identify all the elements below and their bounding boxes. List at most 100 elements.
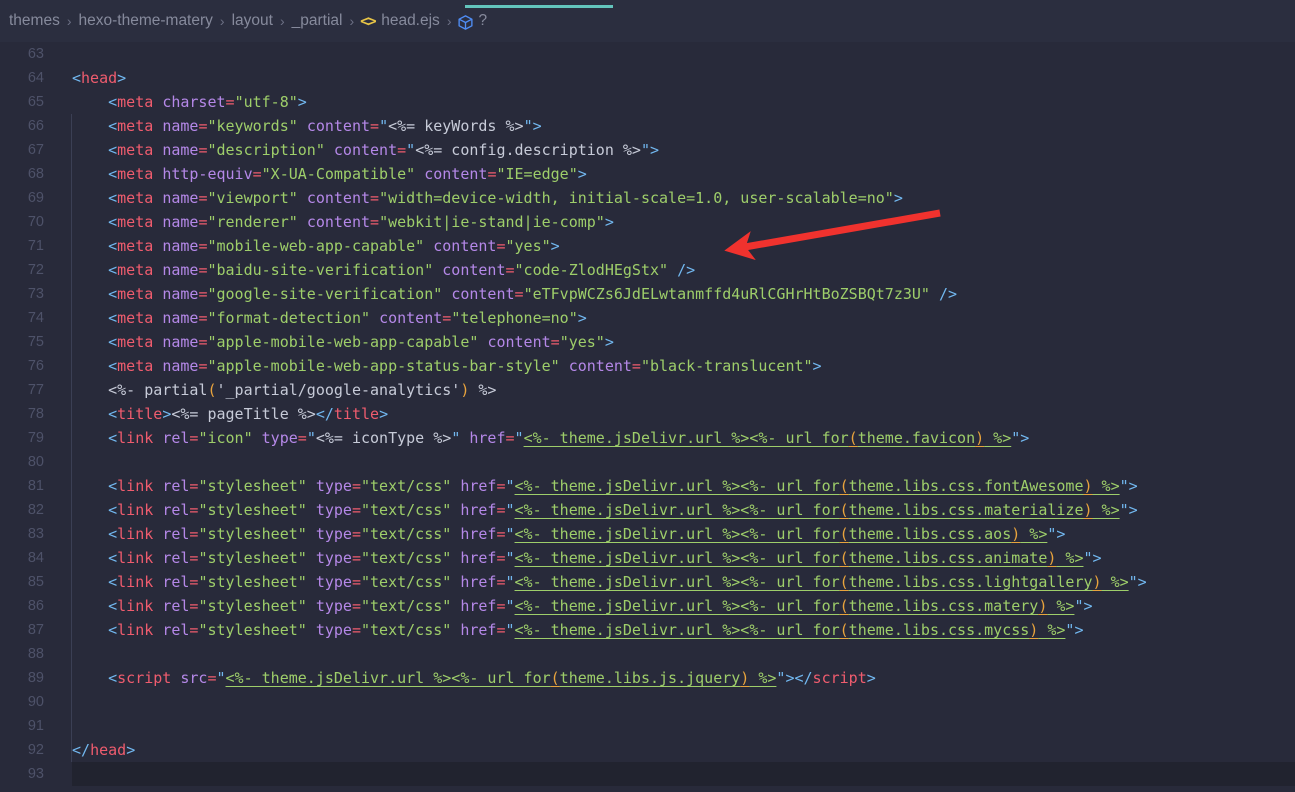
line-number: 67: [27, 142, 44, 158]
code-line[interactable]: 87 <link rel="stylesheet" type="text/css…: [0, 618, 1295, 642]
line-content[interactable]: <meta name="keywords" content="<%= keyWo…: [72, 114, 542, 138]
line-content[interactable]: <meta charset="utf-8">: [72, 90, 307, 114]
code-token-link[interactable]: <%- theme.jsDelivr.url %><%- url_for: [524, 429, 849, 447]
code-line[interactable]: 82 <link rel="stylesheet" type="text/css…: [0, 498, 1295, 522]
code-token-link[interactable]: theme.libs.css.animate: [849, 549, 1048, 567]
code-token-link[interactable]: theme.libs.css.aos: [849, 525, 1012, 543]
code-token-link[interactable]: theme.favicon: [858, 429, 975, 447]
line-content[interactable]: <link rel="stylesheet" type="text/css" h…: [72, 546, 1101, 570]
code-token-link[interactable]: <%- theme.jsDelivr.url %><%- url_for: [515, 477, 840, 495]
code-token-link[interactable]: theme.libs.css.lightgallery: [849, 573, 1093, 591]
code-line[interactable]: 85 <link rel="stylesheet" type="text/css…: [0, 570, 1295, 594]
code-token-link[interactable]: <%- theme.jsDelivr.url %><%- url_for: [515, 597, 840, 615]
breadcrumb-item-unknown[interactable]: ?: [477, 12, 488, 30]
code-token-ejs: <%- partial: [108, 381, 208, 399]
code-token-link[interactable]: theme.libs.css.materialize: [849, 501, 1084, 519]
code-line[interactable]: 78 <title><%= pageTitle %></title>: [0, 402, 1295, 426]
code-line[interactable]: 92 </head>: [0, 738, 1295, 762]
line-content[interactable]: <meta name="viewport" content="width=dev…: [72, 186, 903, 210]
code-line[interactable]: 63: [0, 42, 1295, 66]
code-token-link[interactable]: %>: [1020, 525, 1047, 543]
line-content[interactable]: <meta name = "google-site-verification" co…: [72, 282, 957, 306]
code-token-eq: =: [514, 285, 524, 303]
code-token-link[interactable]: <%- theme.jsDelivr.url %><%- url_for: [515, 621, 840, 639]
code-token-br: >: [577, 165, 587, 183]
code-token-tag: meta: [117, 261, 154, 279]
line-content[interactable]: <meta name="format-detection" content="t…: [72, 306, 587, 330]
code-line[interactable]: 89 <script src="<%- theme.jsDelivr.url %…: [0, 666, 1295, 690]
line-content[interactable]: <meta name = "apple-mobile-web-app-capable…: [72, 330, 614, 354]
breadcrumb-item-partial[interactable]: _partial: [291, 12, 344, 30]
code-token-link[interactable]: <%- theme.jsDelivr.url %><%- url_for: [515, 501, 840, 519]
code-token-link[interactable]: %>: [1093, 501, 1120, 519]
code-token-br: >: [1128, 501, 1138, 519]
code-line[interactable]: 74 <meta name = "format-detection" content…: [0, 306, 1295, 330]
code-line[interactable]: 90: [0, 690, 1295, 714]
code-line[interactable]: 86 <link rel="stylesheet" type="text/css…: [0, 594, 1295, 618]
code-line[interactable]: 67 <meta name="description" content="<%=…: [0, 138, 1295, 162]
code-token-link[interactable]: %>: [749, 669, 776, 687]
code-token-link[interactable]: %>: [1047, 597, 1074, 615]
line-content[interactable]: <link rel="stylesheet" type="text/css" h…: [72, 570, 1147, 594]
code-token-link[interactable]: %>: [1056, 549, 1083, 567]
line-content[interactable]: <meta name = "baidu-site-verification" con…: [72, 258, 695, 282]
code-line[interactable]: 72 <meta name = "baidu-site-verification" …: [0, 258, 1295, 282]
code-token-link[interactable]: %>: [984, 429, 1011, 447]
code-line[interactable]: 91: [0, 714, 1295, 738]
code-editor[interactable]: 63 64 <head> 65 <meta charset="utf-8"> 66 <m…: [0, 42, 1295, 792]
code-line[interactable]: 75 <meta name = "apple-mobile-web-app-capa…: [0, 330, 1295, 354]
code-token-link[interactable]: <%- theme.jsDelivr.url %><%- url_for: [515, 549, 840, 567]
code-line[interactable]: 65 <meta charset="utf-8">: [0, 90, 1295, 114]
line-content[interactable]: <meta name="renderer" content="webkit|ie…: [72, 210, 614, 234]
code-token-link[interactable]: %>: [1038, 621, 1065, 639]
line-content[interactable]: <link rel="stylesheet" type="text/css" h…: [72, 594, 1092, 618]
code-token-link[interactable]: theme.libs.css.mycss: [849, 621, 1030, 639]
code-token-link[interactable]: %>: [1102, 573, 1129, 591]
code-token-link[interactable]: <%- theme.jsDelivr.url %><%- url_for: [515, 525, 840, 543]
code-line[interactable]: 77 <%- partial('_partial/google-analytic…: [0, 378, 1295, 402]
code-line[interactable]: 93: [0, 762, 1295, 786]
code-line[interactable]: 66 <meta name="keywords" content="<%= ke…: [0, 114, 1295, 138]
code-token-link[interactable]: theme.libs.css.matery: [849, 597, 1039, 615]
code-line[interactable]: 88: [0, 642, 1295, 666]
code-token-tag: meta: [117, 165, 154, 183]
code-line[interactable]: 70 <meta name="renderer" content="webkit…: [0, 210, 1295, 234]
line-content[interactable]: <meta name="description" content="<%= co…: [72, 138, 659, 162]
code-line[interactable]: 68 <meta http-equiv="X-UA-Compatible" co…: [0, 162, 1295, 186]
code-token-link[interactable]: <%- theme.jsDelivr.url %><%- url_for: [226, 669, 551, 687]
line-content[interactable]: <meta name = "mobile-web-app-capable" cont…: [72, 234, 560, 258]
code-line[interactable]: 80: [0, 450, 1295, 474]
line-content[interactable]: <title><%= pageTitle %></title>: [72, 402, 388, 426]
code-token-link[interactable]: <%- theme.jsDelivr.url %><%- url_for: [515, 573, 840, 591]
line-content[interactable]: <link rel="stylesheet" type="text/css" h…: [72, 522, 1065, 546]
code-line[interactable]: 79 <link rel="icon" type="<%= iconType %…: [0, 426, 1295, 450]
code-line[interactable]: 81 <link rel="stylesheet" type="text/css…: [0, 474, 1295, 498]
line-content[interactable]: <link rel="stylesheet" type="text/css" h…: [72, 618, 1083, 642]
code-line[interactable]: 71 <meta name = "mobile-web-app-capable" c…: [0, 234, 1295, 258]
breadcrumb-item-hexo-theme-matery[interactable]: hexo-theme-matery: [78, 12, 214, 30]
code-line[interactable]: 83 <link rel="stylesheet" type="text/css…: [0, 522, 1295, 546]
code-token-link[interactable]: theme.libs.js.jquery: [560, 669, 741, 687]
code-line[interactable]: 84 <link rel="stylesheet" type="text/css…: [0, 546, 1295, 570]
line-content[interactable]: <link rel="stylesheet" type="text/css" h…: [72, 474, 1138, 498]
line-content[interactable]: <meta name = "apple-mobile-web-app-status-…: [72, 354, 821, 378]
line-content[interactable]: <script src="<%- theme.jsDelivr.url %><%…: [72, 666, 876, 690]
line-content[interactable]: </head>: [72, 738, 135, 762]
line-content[interactable]: <meta http-equiv="X-UA-Compatible" conte…: [72, 162, 587, 186]
breadcrumb-item-head-ejs[interactable]: head.ejs: [380, 12, 441, 30]
code-line[interactable]: 73 <meta name = "google-site-verification"…: [0, 282, 1295, 306]
line-content[interactable]: <head>: [72, 66, 126, 90]
code-token-link[interactable]: %>: [1093, 477, 1120, 495]
breadcrumb-item-themes[interactable]: themes: [8, 12, 61, 30]
code-line[interactable]: 76 <meta name = "apple-mobile-web-app-stat…: [0, 354, 1295, 378]
line-content[interactable]: <link rel="stylesheet" type="text/css" h…: [72, 498, 1138, 522]
line-content[interactable]: <%- partial('_partial/google-analytics')…: [72, 378, 496, 402]
code-token-eq: =: [496, 549, 506, 567]
code-line[interactable]: 64 <head>: [0, 66, 1295, 90]
line-content[interactable]: <link rel="icon" type="<%= iconType %>" …: [72, 426, 1029, 450]
code-line[interactable]: 69 <meta name="viewport" content="width=…: [0, 186, 1295, 210]
code-token-link[interactable]: theme.libs.css.fontAwesome: [849, 477, 1084, 495]
breadcrumb-item-layout[interactable]: layout: [231, 12, 274, 30]
